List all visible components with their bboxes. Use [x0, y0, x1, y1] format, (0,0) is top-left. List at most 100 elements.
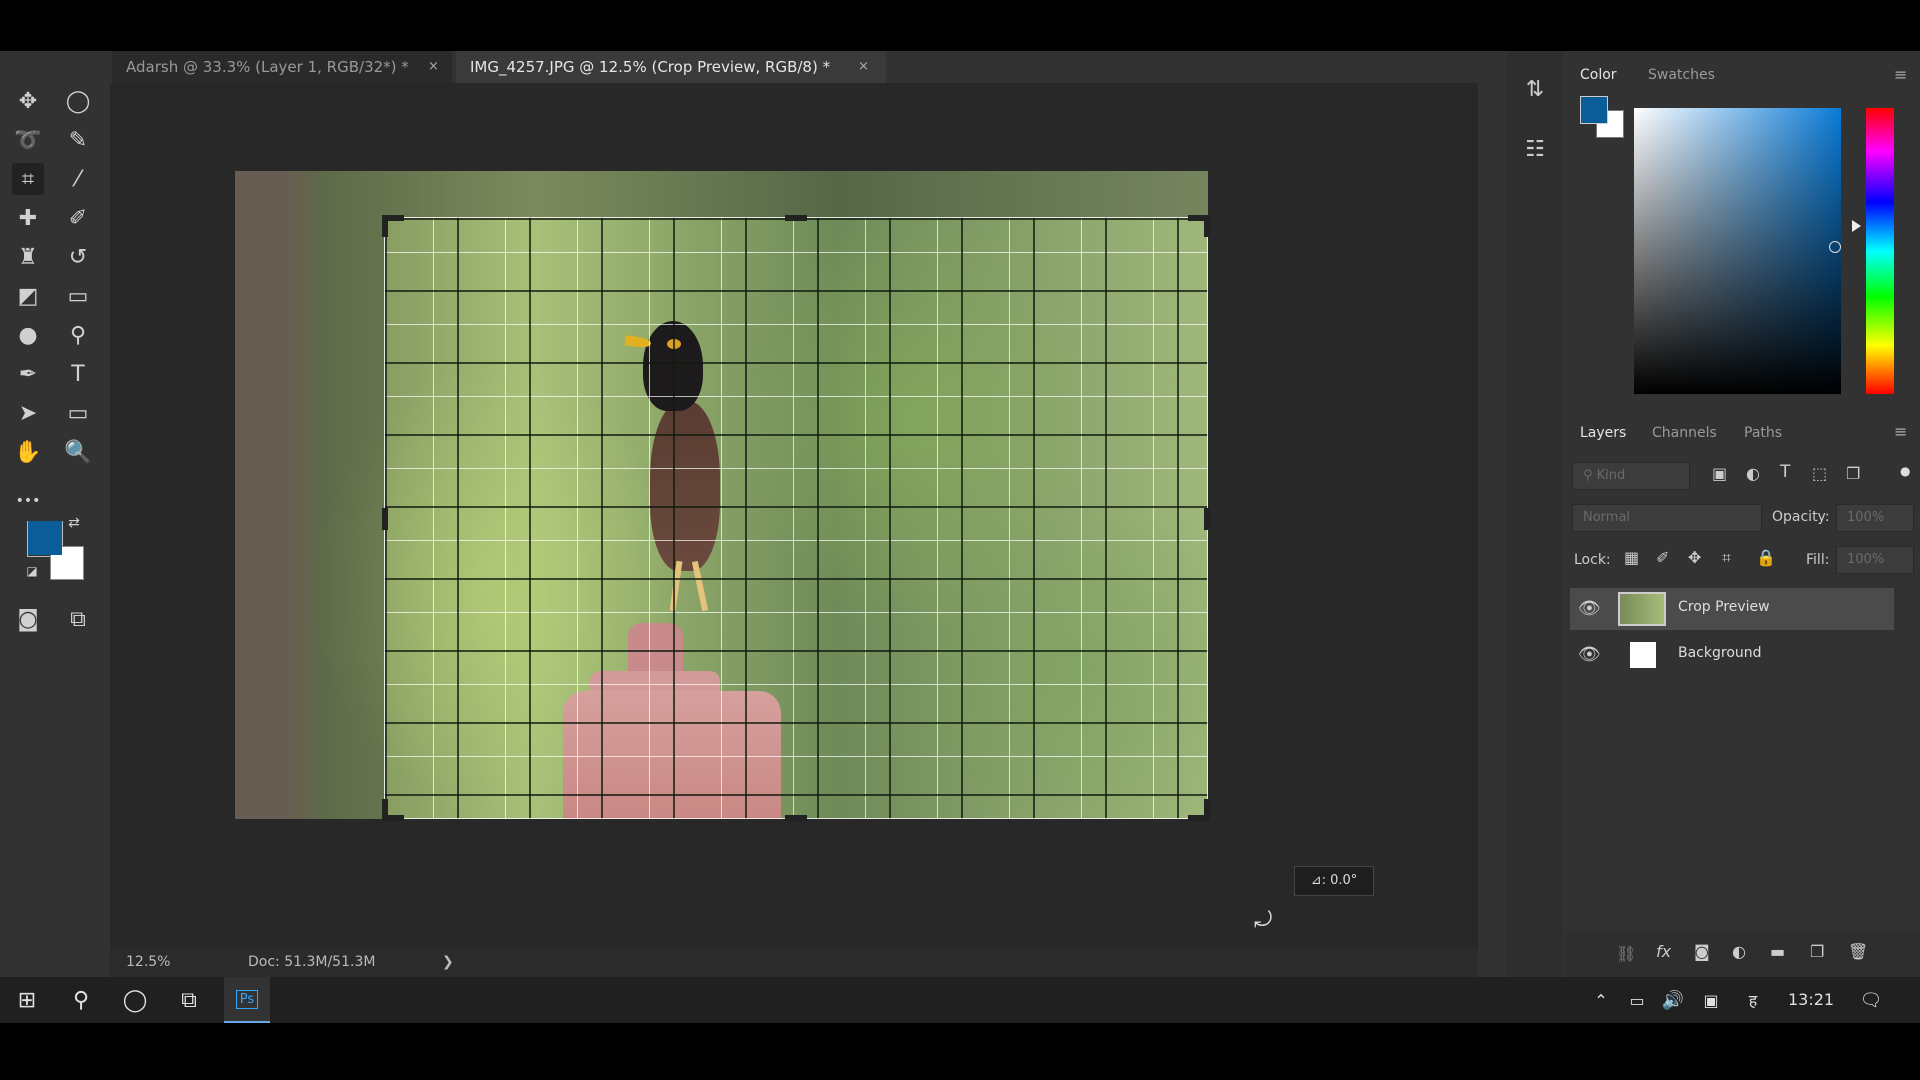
fx-icon[interactable]: fx: [1656, 942, 1671, 961]
tab-paths[interactable]: Paths: [1744, 414, 1782, 452]
mask-icon[interactable]: ◙: [1694, 942, 1710, 961]
photoshop-taskbar-button[interactable]: Ps: [224, 977, 270, 1023]
doc-tab-adarsh[interactable]: Adarsh @ 33.3% (Layer 1, RGB/32*) * ×: [112, 51, 452, 83]
filter-toggle-icon[interactable]: ●: [1900, 464, 1910, 478]
crop-handle[interactable]: [1204, 799, 1210, 821]
zoom-level[interactable]: 12.5%: [126, 954, 170, 970]
status-bar: 12.5% Doc: 51.3M/51.3M ❯: [110, 949, 1478, 977]
rotate-cursor-icon: ⤾: [1254, 908, 1273, 933]
notifications-icon[interactable]: 🗨: [1848, 977, 1894, 1023]
trash-icon[interactable]: 🗑: [1848, 942, 1868, 961]
fill-input[interactable]: 100%: [1836, 546, 1914, 574]
color-picker-ring[interactable]: [1829, 241, 1841, 253]
path-select-icon[interactable]: ➤: [12, 397, 44, 429]
visibility-eye-icon[interactable]: 👁: [1578, 598, 1601, 619]
lasso-icon[interactable]: ➰: [12, 124, 44, 156]
quick-select-icon[interactable]: ✎: [62, 124, 94, 156]
layer-row-crop-preview[interactable]: 👁 Crop Preview: [1570, 588, 1894, 630]
gradient-icon[interactable]: ▭: [62, 280, 94, 312]
ellipse-marquee-icon[interactable]: ◯: [62, 85, 94, 117]
layer-row-background[interactable]: 👁 Background: [1570, 634, 1894, 676]
windows-taskbar: ⊞ ⚲ ◯ ⧉ Ps ⌃ ▭ 🔊 ▣ ह 13:21 🗨: [0, 977, 1920, 1023]
tab-swatches[interactable]: Swatches: [1648, 56, 1715, 94]
quick-mask-icon[interactable]: ◙: [12, 603, 44, 635]
crop-handle[interactable]: [785, 215, 807, 221]
crop-box[interactable]: [382, 215, 1210, 821]
rectangle-icon[interactable]: ▭: [62, 397, 94, 429]
move-tool-icon[interactable]: ✥: [12, 85, 44, 117]
opacity-input[interactable]: 100%: [1836, 504, 1914, 532]
clock-time[interactable]: 13:21: [1788, 990, 1834, 1009]
new-layer-icon[interactable]: ❐: [1810, 942, 1824, 961]
crop-icon[interactable]: ⌗: [12, 163, 44, 195]
zoom-icon[interactable]: 🔍: [62, 436, 94, 468]
task-view-icon[interactable]: ⧉: [166, 977, 212, 1023]
filter-adjustment-icon[interactable]: ◐: [1746, 464, 1760, 483]
close-icon[interactable]: ×: [858, 51, 869, 83]
layer-name: Background: [1678, 645, 1762, 661]
eraser-icon[interactable]: ◩: [12, 280, 44, 312]
hue-slider-handle[interactable]: [1852, 220, 1861, 232]
windows-start-icon[interactable]: ⊞: [4, 977, 50, 1023]
panel-menu-icon[interactable]: ≡: [1894, 65, 1907, 84]
lock-position-icon[interactable]: ✥: [1688, 548, 1701, 567]
filter-shape-icon[interactable]: ⬚: [1812, 464, 1827, 483]
pen-icon[interactable]: ✒: [12, 358, 44, 390]
brush-icon[interactable]: ✐: [62, 202, 94, 234]
filter-type-icon[interactable]: T: [1780, 462, 1790, 482]
fill-label: Fill:: [1806, 552, 1830, 568]
search-icon[interactable]: ⚲: [58, 977, 104, 1023]
network-icon[interactable]: ▣: [1688, 977, 1734, 1023]
layer-name: Crop Preview: [1678, 599, 1770, 615]
opacity-label: Opacity:: [1772, 509, 1830, 525]
lock-transparency-icon[interactable]: ▦: [1624, 548, 1639, 567]
blend-mode-select[interactable]: Normal: [1572, 504, 1762, 532]
doc-tab-img4257[interactable]: IMG_4257.JPG @ 12.5% (Crop Preview, RGB/…: [456, 51, 886, 83]
folder-icon[interactable]: ▬: [1770, 942, 1785, 961]
panel-menu-icon[interactable]: ≡: [1894, 422, 1907, 441]
crop-handle[interactable]: [382, 799, 388, 821]
tab-layers[interactable]: Layers: [1580, 414, 1626, 452]
healing-brush-icon[interactable]: ✚: [12, 202, 44, 234]
default-colors-icon[interactable]: ◪: [22, 561, 42, 581]
angle-readout: ⊿: 0.0°: [1294, 866, 1374, 896]
crop-handle[interactable]: [785, 815, 807, 821]
language-icon[interactable]: ह: [1730, 977, 1776, 1023]
filter-smart-object-icon[interactable]: ❐: [1846, 464, 1860, 483]
clone-stamp-icon[interactable]: ♜: [12, 241, 44, 273]
hand-icon[interactable]: ✋: [12, 436, 44, 468]
doc-tab-label: IMG_4257.JPG @ 12.5% (Crop Preview, RGB/…: [470, 58, 831, 76]
more-tools-icon[interactable]: •••: [12, 485, 44, 517]
link-icon[interactable]: ⛓: [1616, 944, 1636, 963]
history-panel-icon[interactable]: ⇅: [1521, 75, 1549, 103]
lock-pixels-icon[interactable]: ✐: [1656, 548, 1669, 567]
status-menu-arrow[interactable]: ❯: [442, 954, 454, 970]
color-field[interactable]: [1634, 108, 1841, 394]
dodge-icon[interactable]: ⚲: [62, 319, 94, 351]
layer-thumbnail: [1630, 642, 1656, 668]
tab-color[interactable]: Color: [1580, 56, 1617, 94]
crop-handle[interactable]: [1204, 508, 1210, 530]
tab-channels[interactable]: Channels: [1652, 414, 1717, 452]
hue-slider[interactable]: [1866, 108, 1894, 394]
layer-filter-kind[interactable]: ⚲ Kind: [1572, 462, 1690, 490]
crop-handle[interactable]: [382, 215, 388, 237]
type-icon[interactable]: T: [62, 358, 94, 390]
swap-colors-icon[interactable]: ⇄: [64, 513, 84, 533]
lock-all-icon[interactable]: 🔒: [1756, 548, 1776, 567]
screen-mode-icon[interactable]: ⧉: [62, 603, 94, 635]
color-fg-swatch[interactable]: [1580, 96, 1608, 124]
crop-handle[interactable]: [382, 508, 388, 530]
visibility-eye-icon[interactable]: 👁: [1578, 644, 1601, 665]
filter-pixel-icon[interactable]: ▣: [1712, 464, 1727, 483]
blur-icon[interactable]: ●: [12, 319, 44, 351]
properties-panel-icon[interactable]: ☷: [1521, 135, 1549, 163]
lock-artboard-icon[interactable]: ⌗: [1722, 548, 1731, 568]
adjustment-icon[interactable]: ◐: [1732, 942, 1746, 961]
crop-handle[interactable]: [1204, 215, 1210, 237]
eyedropper-icon[interactable]: ⁄: [62, 163, 94, 195]
history-brush-icon[interactable]: ↺: [62, 241, 94, 273]
cortana-icon[interactable]: ◯: [112, 977, 158, 1023]
toolbar: ✥ ◯ ➰ ✎ ⌗ ⁄ ✚ ✐ ♜ ↺ ◩ ▭ ● ⚲ ✒ T ➤ ▭ ✋ 🔍 ••• ⇄ ◪ ◙ ⧉: [0, 83, 108, 948]
close-icon[interactable]: ×: [428, 51, 439, 83]
